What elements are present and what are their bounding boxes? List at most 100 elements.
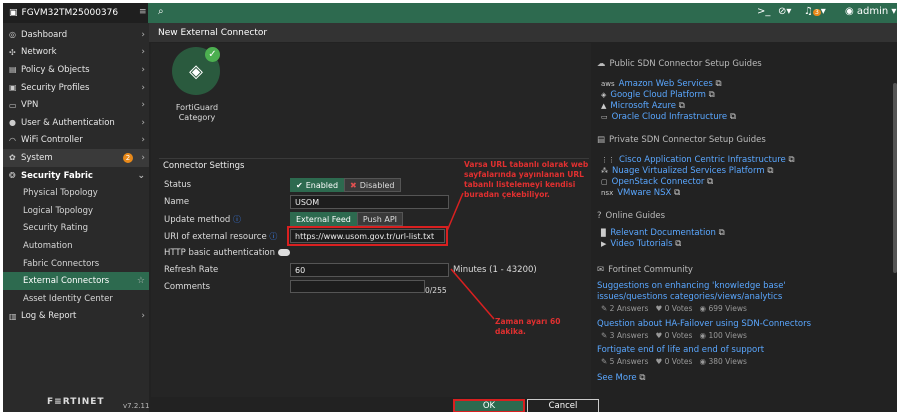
azure-icon: ▲ [601, 102, 607, 110]
openstack-icon: ▢ [601, 178, 608, 186]
community-post[interactable]: Fortigate end of life and end of support [597, 345, 845, 356]
sidebar-item-security-profiles[interactable]: ▣ Security Profiles › [3, 79, 149, 97]
community-post[interactable]: Suggestions on enhancing 'knowledge base… [597, 281, 845, 303]
nuage-icon: ⁂ [601, 167, 608, 175]
guide-link-aws[interactable]: aws Amazon Web Services ⧉ [601, 79, 722, 89]
sidebar-item-user[interactable]: ● User & Authentication › [3, 114, 149, 132]
sidebar: ◎ Dashboard › ✣ Network › ▤ Policy & Objects ›… [3, 23, 149, 412]
footer-bar: OK Cancel [149, 397, 897, 412]
guide-link-documentation[interactable]: ▉ Relevant Documentation ⧉ [601, 228, 725, 238]
notification-count: 3 [812, 9, 821, 16]
guide-link-gcp[interactable]: ◈ Google Cloud Platform ⧉ [601, 90, 715, 100]
guide-link-openstack[interactable]: ▢ OpenStack Connector ⧉ [601, 177, 713, 187]
network-icon: ✣ [9, 47, 16, 57]
sidebar-item-external-connectors[interactable]: External Connectors ☆ [3, 272, 149, 290]
question-circle-icon: ? [597, 211, 602, 221]
hostname-area: ▣ FGVM32TM25000376 ≡ [3, 3, 148, 23]
hostname: FGVM32TM25000376 [21, 8, 119, 18]
menu-icon[interactable]: ≡ [139, 7, 147, 17]
user-icon: ● [9, 118, 16, 128]
external-link-icon: ⧉ [707, 177, 714, 187]
policy-icon: ▤ [9, 65, 17, 75]
online-guides-heading: ? Online Guides [597, 211, 666, 221]
external-link-icon: ⧉ [639, 373, 646, 383]
star-icon[interactable]: ☆ [137, 276, 145, 286]
server-icon: ▤ [597, 135, 606, 145]
vpn-icon: ▭ [9, 100, 17, 110]
gear-icon: ✿ [9, 153, 16, 163]
sidebar-item-system[interactable]: ✿ System 2 › [3, 149, 149, 167]
sidebar-item-wifi[interactable]: ◠ WiFi Controller › [3, 132, 149, 150]
scrollbar[interactable] [893, 83, 897, 273]
sidebar-item-dashboard[interactable]: ◎ Dashboard › [3, 26, 149, 44]
cli-icon[interactable]: >_ [757, 6, 770, 17]
bell-icon[interactable]: ♫ 3 ▾ [804, 6, 826, 17]
main-panel: New External Connector ◈ ✓ FortiGuard Cat… [149, 23, 897, 412]
chat-icon: ✉ [597, 265, 605, 275]
search-icon[interactable]: ⌕ [158, 6, 164, 17]
guide-link-cisco-aci[interactable]: ⋮⋮ Cisco Application Centric Infrastructu… [601, 155, 795, 165]
external-link-icon: ⧉ [718, 228, 725, 238]
community-post[interactable]: Question about HA-Failover using SDN-Con… [597, 319, 845, 330]
nsx-icon: nsx [601, 189, 614, 197]
chevron-right-icon: › [141, 100, 145, 111]
log-icon: ▥ [9, 311, 17, 321]
guide-link-oracle[interactable]: ▭ Oracle Cloud Infrastructure ⧉ [601, 112, 736, 122]
fortinet-logo: F≡RTINET [47, 397, 105, 407]
external-link-icon: ⧉ [788, 155, 795, 165]
chevron-right-icon: › [141, 82, 145, 93]
chevron-right-icon: › [141, 135, 145, 146]
app-window: ▣ FGVM32TM25000376 ≡ ⌕ >_ ⊘▾ ♫ 3 ▾ ◉ admin… [3, 3, 897, 412]
post-meta: ✎ 5 Answers ♥ 0 Votes ◉ 380 Views [601, 357, 747, 366]
lock-icon: ▣ [9, 83, 17, 93]
version-label: v7.2.11 [123, 402, 150, 410]
post-meta: ✎ 2 Answers ♥ 0 Votes ◉ 699 Views [601, 304, 747, 313]
guide-link-vmware-nsx[interactable]: nsx VMware NSX ⧉ [601, 188, 680, 198]
dashboard-icon: ◎ [9, 30, 16, 40]
chevron-down-icon: ⌄ [137, 170, 145, 181]
sidebar-item-logical-topology[interactable]: Logical Topology [3, 202, 149, 220]
system-badge: 2 [123, 153, 133, 164]
chevron-right-icon: › [141, 29, 145, 40]
guide-link-nuage[interactable]: ⁂ Nuage Virtualized Services Platform ⧉ [601, 166, 773, 176]
sidebar-item-log-report[interactable]: ▥ Log & Report › [3, 308, 149, 326]
guide-link-video-tutorials[interactable]: ▶ Video Tutorials ⧉ [601, 239, 681, 249]
external-link-icon: ⧉ [729, 112, 736, 122]
sidebar-item-vpn[interactable]: ▭ VPN › [3, 96, 149, 114]
sidebar-item-automation[interactable]: Automation [3, 237, 149, 255]
video-icon: ▶ [601, 240, 607, 248]
guide-link-azure[interactable]: ▲ Microsoft Azure ⧉ [601, 101, 685, 111]
cloud-icon: ☁ [597, 59, 606, 69]
chevron-right-icon: › [141, 311, 145, 322]
chevron-right-icon: › [141, 64, 145, 75]
annotation-arrows [446, 192, 495, 320]
external-link-icon: ⧉ [675, 239, 682, 249]
username: admin [856, 6, 889, 17]
sidebar-item-physical-topology[interactable]: Physical Topology [3, 184, 149, 202]
sidebar-item-security-fabric[interactable]: ❂ Security Fabric ⌄ [3, 167, 149, 185]
help-icon[interactable]: ⊘▾ [778, 6, 791, 17]
cisco-icon: ⋮⋮ [601, 156, 615, 164]
aws-icon: aws [601, 80, 615, 88]
connector-form: ◈ ✓ FortiGuard Category Connector Setting… [151, 43, 591, 397]
private-sdn-heading: ▤ Private SDN Connector Setup Guides [597, 135, 766, 145]
cancel-button[interactable]: Cancel [527, 399, 599, 412]
fabric-icon: ❂ [9, 171, 16, 181]
chevron-right-icon: › [141, 47, 145, 58]
wifi-icon: ◠ [9, 135, 16, 145]
chevron-right-icon: › [141, 117, 145, 128]
user-menu[interactable]: ◉ admin ▾ [845, 6, 896, 17]
external-link-icon: ⧉ [678, 101, 685, 111]
sidebar-item-network[interactable]: ✣ Network › [3, 44, 149, 62]
book-icon: ▉ [601, 229, 607, 237]
sidebar-item-policy[interactable]: ▤ Policy & Objects › [3, 61, 149, 79]
sidebar-item-security-rating[interactable]: Security Rating [3, 220, 149, 238]
see-more-link[interactable]: See More ⧉ [597, 373, 645, 383]
community-heading: ✉ Fortinet Community [597, 265, 693, 275]
external-link-icon: ⧉ [708, 90, 715, 100]
ok-button[interactable]: OK [453, 399, 525, 412]
guides-panel: ☁ Public SDN Connector Setup Guides aws Am… [593, 43, 897, 397]
sidebar-item-fabric-connectors[interactable]: Fabric Connectors [3, 255, 149, 273]
sidebar-item-asset-identity-center[interactable]: Asset Identity Center [3, 290, 149, 308]
gcp-icon: ◈ [601, 91, 607, 99]
